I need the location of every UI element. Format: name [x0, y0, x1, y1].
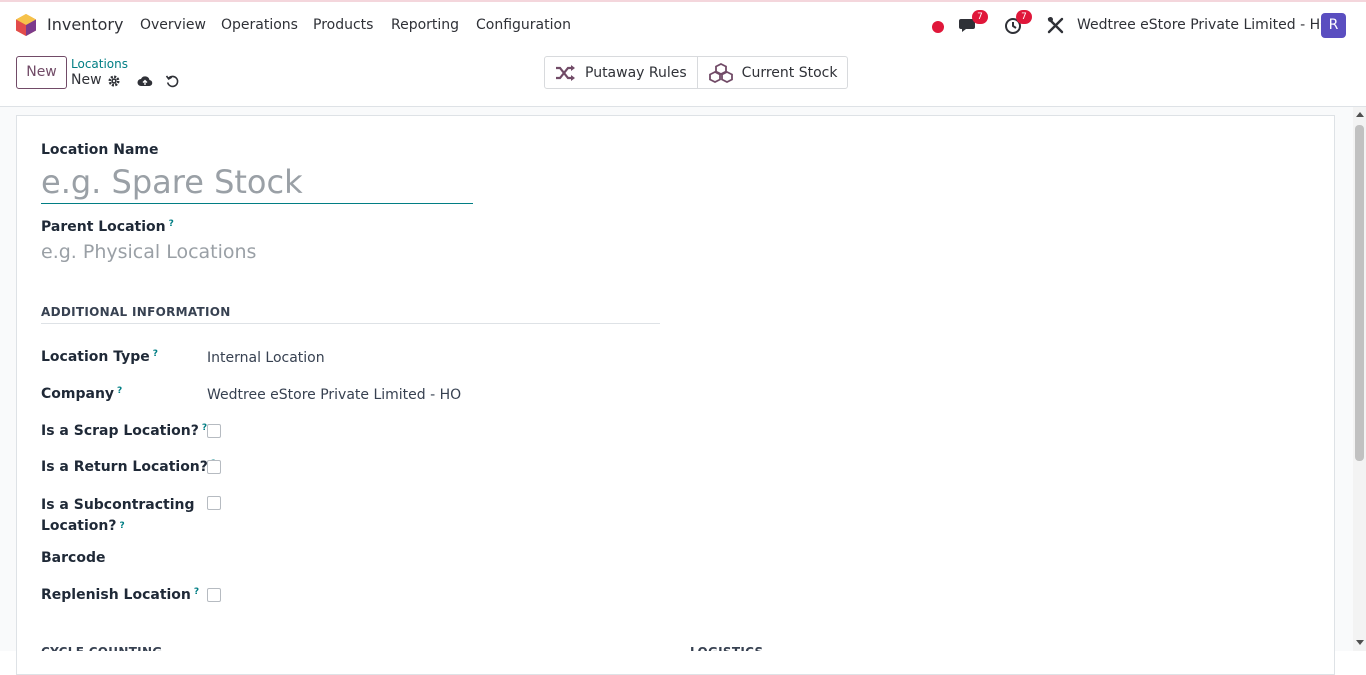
- putaway-rules-button[interactable]: Putaway Rules: [545, 57, 697, 88]
- location-name-label: Location Name: [41, 142, 159, 158]
- help-tooltip-icon[interactable]: ?: [117, 386, 122, 396]
- help-tooltip-icon[interactable]: ?: [119, 521, 124, 531]
- location-type-select[interactable]: Internal Location: [207, 350, 325, 366]
- top-navbar: Inventory Overview Operations Products R…: [0, 2, 1366, 48]
- replenish-location-checkbox[interactable]: [207, 588, 221, 602]
- subcontracting-label-line1: Is a Subcontracting: [41, 497, 195, 513]
- breadcrumb-locations[interactable]: Locations: [71, 57, 128, 71]
- menu-configuration[interactable]: Configuration: [476, 17, 571, 33]
- user-avatar[interactable]: R: [1321, 13, 1346, 38]
- subcontracting-location-checkbox[interactable]: [207, 496, 221, 510]
- help-tooltip-icon[interactable]: ?: [153, 349, 158, 359]
- help-tooltip-icon[interactable]: ?: [169, 219, 174, 229]
- discard-undo-icon[interactable]: [165, 74, 179, 88]
- replenish-location-label-text: Replenish Location: [41, 587, 191, 603]
- company-select[interactable]: Wedtree eStore Private Limited - HO: [207, 387, 461, 403]
- save-cloud-icon[interactable]: [137, 74, 153, 88]
- subcontracting-location-label: Is a Subcontracting Location??: [41, 495, 195, 537]
- company-label-text: Company: [41, 386, 115, 402]
- section-divider: [41, 323, 660, 324]
- cubes-icon: [708, 62, 733, 83]
- new-button[interactable]: New: [16, 56, 67, 89]
- subcontracting-label-line2: Location?: [41, 518, 117, 534]
- location-type-label-text: Location Type: [41, 349, 150, 365]
- menu-operations[interactable]: Operations: [221, 17, 298, 33]
- scrap-location-checkbox[interactable]: [207, 424, 221, 438]
- recording-indicator-icon[interactable]: [932, 21, 944, 33]
- shuffle-icon: [556, 64, 575, 81]
- scroll-up-arrow-icon[interactable]: [1356, 112, 1364, 117]
- putaway-rules-label: Putaway Rules: [585, 64, 687, 81]
- return-location-checkbox[interactable]: [207, 460, 221, 474]
- messages-badge: 7: [972, 10, 988, 24]
- scroll-down-arrow-icon[interactable]: [1356, 640, 1364, 645]
- parent-location-label-text: Parent Location: [41, 219, 166, 235]
- section-title-cycle-counting: CYCLE COUNTING: [41, 646, 162, 651]
- location-type-label: Location Type?: [41, 349, 158, 365]
- section-title-additional-info: ADDITIONAL INFORMATION: [41, 305, 231, 319]
- menu-reporting[interactable]: Reporting: [391, 17, 459, 33]
- scrap-location-label: Is a Scrap Location??: [41, 423, 207, 439]
- scrollbar-thumb[interactable]: [1355, 125, 1364, 461]
- scrap-location-label-text: Is a Scrap Location?: [41, 423, 199, 439]
- section-title-logistics: LOGISTICS: [690, 646, 763, 651]
- parent-location-input[interactable]: [41, 238, 473, 266]
- barcode-label: Barcode: [41, 550, 106, 566]
- current-stock-button[interactable]: Current Stock: [696, 57, 848, 88]
- breadcrumb-current: New: [71, 72, 102, 88]
- company-switcher[interactable]: Wedtree eStore Private Limited - HO: [1077, 17, 1331, 33]
- app-name[interactable]: Inventory: [47, 15, 123, 34]
- return-location-label-text: Is a Return Location?: [41, 459, 208, 475]
- menu-overview[interactable]: Overview: [140, 17, 206, 33]
- vertical-scrollbar[interactable]: [1353, 107, 1366, 651]
- return-location-label: Is a Return Location??: [41, 459, 216, 475]
- debug-tools-icon[interactable]: [1046, 15, 1066, 35]
- parent-location-label: Parent Location?: [41, 219, 174, 235]
- inventory-app-icon[interactable]: [16, 14, 36, 36]
- company-label: Company?: [41, 386, 122, 402]
- replenish-location-label: Replenish Location?: [41, 587, 199, 603]
- menu-products[interactable]: Products: [313, 17, 373, 33]
- smart-buttons: Putaway Rules Current Stock: [544, 56, 849, 89]
- activities-badge: 7: [1016, 10, 1032, 24]
- location-name-input[interactable]: [41, 160, 473, 204]
- gear-icon[interactable]: [107, 74, 121, 88]
- current-stock-label: Current Stock: [741, 64, 838, 81]
- control-panel: New Locations New Putaway Rules Current: [0, 48, 1366, 107]
- barcode-input[interactable]: [207, 550, 607, 570]
- help-tooltip-icon[interactable]: ?: [194, 587, 199, 597]
